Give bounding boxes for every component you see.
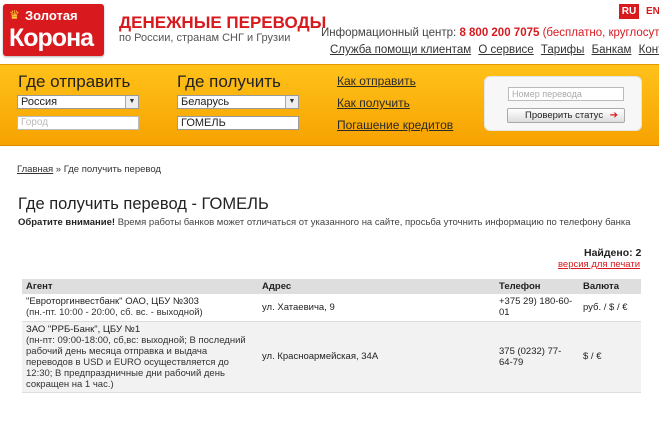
nav-contacts[interactable]: Контакты: [639, 44, 659, 56]
header-address: Адрес: [258, 279, 495, 294]
breadcrumb-home[interactable]: Главная: [17, 164, 53, 175]
info-center: Информационный центр: 8 800 200 7075 (бе…: [321, 27, 659, 40]
nav-tariffs[interactable]: Тарифы: [541, 44, 584, 56]
from-city-input[interactable]: Город: [17, 116, 139, 130]
address-cell: ул. Хатаевича, 9: [258, 294, 495, 322]
chevron-down-icon: ▼: [125, 96, 138, 108]
from-country-select[interactable]: Россия ▼: [17, 95, 139, 109]
arrow-right-icon: ➔: [609, 110, 618, 121]
header-agent: Агент: [22, 279, 258, 294]
brand-title: ДЕНЕЖНЫЕ ПЕРЕВОДЫ: [119, 13, 327, 32]
table-header-row: Агент Адрес Телефон Валюта: [22, 279, 641, 294]
chevron-down-icon: ▼: [285, 96, 298, 108]
info-label: Информационный центр:: [321, 27, 457, 39]
info-phone: 8 800 200 7075: [459, 27, 540, 39]
transfer-number-input[interactable]: Номер перевода: [508, 87, 624, 101]
header-phone: Телефон: [495, 279, 579, 294]
agent-name: ЗАО "РРБ-Банк", ЦБУ №1: [26, 323, 141, 335]
results-table: Агент Адрес Телефон Валюта "Евроторгинве…: [22, 279, 641, 393]
status-check-box: Номер перевода Проверить статус ➔: [484, 76, 642, 131]
send-where-title: Где отправить: [18, 72, 131, 91]
lang-ru[interactable]: RU: [619, 4, 639, 19]
agent-hours: (пн-пт: 09:00-18:00, сб,вс: выходной; В …: [26, 334, 246, 390]
currency-cell: $ / €: [579, 321, 641, 393]
logo[interactable]: ♛ Золотая Корона: [3, 4, 104, 56]
currency-cell: руб. / $ / €: [579, 294, 641, 322]
receive-where-title: Где получить: [177, 72, 281, 91]
agent-hours: (пн.-пт. 10:00 - 20:00, сб. вс. - выходн…: [26, 307, 203, 319]
phone-cell: 375 (0232) 77-64-79: [495, 321, 579, 393]
table-row: ЗАО "РРБ-Банк", ЦБУ №1 (пн-пт: 09:00-18:…: [22, 321, 641, 393]
results-count: Найдено: 2: [584, 247, 642, 259]
notice-label: Обратите внимание!: [18, 217, 116, 228]
info-note: (бесплатно, круглосуточно): [542, 27, 659, 39]
to-country-select[interactable]: Беларусь ▼: [177, 95, 299, 109]
table-row: "Евроторгинвестбанк" ОАО, ЦБУ №303 (пн.-…: [22, 294, 641, 322]
phone-cell: +375 29) 180-60-01: [495, 294, 579, 322]
address-cell: ул. Красноармейская, 34А: [258, 321, 495, 393]
crown-icon: ♛: [9, 8, 20, 22]
link-how-to-receive[interactable]: Как получить: [337, 96, 410, 110]
from-country-value: Россия: [21, 96, 58, 108]
breadcrumb-separator: »: [53, 164, 64, 175]
nav-banks[interactable]: Банкам: [592, 44, 632, 56]
brand-subtitle: по России, странам СНГ и Грузии: [119, 32, 291, 44]
agent-name: "Евроторгинвестбанк" ОАО, ЦБУ №303: [26, 296, 199, 308]
check-status-button[interactable]: Проверить статус ➔: [507, 108, 625, 123]
lang-en[interactable]: EN: [646, 4, 659, 19]
link-loan-repayment[interactable]: Погашение кредитов: [337, 118, 453, 132]
to-country-value: Беларусь: [181, 96, 230, 108]
logo-line2: Корона: [9, 24, 94, 52]
top-nav: Служба помощи клиентам О сервисе Тарифы …: [330, 43, 659, 57]
print-version-link[interactable]: версия для печати: [553, 259, 640, 271]
page-title: Где получить перевод - ГОМЕЛЬ: [18, 195, 269, 213]
agent-cell: ЗАО "РРБ-Банк", ЦБУ №1 (пн-пт: 09:00-18:…: [22, 321, 258, 393]
breadcrumb-current: Где получить перевод: [63, 164, 161, 175]
notice: Обратите внимание! Время работы банков м…: [18, 217, 631, 229]
nav-support[interactable]: Служба помощи клиентам: [330, 44, 471, 56]
notice-text: Время работы банков может отличаться от …: [117, 217, 631, 228]
agent-cell: "Евроторгинвестбанк" ОАО, ЦБУ №303 (пн.-…: [22, 294, 258, 322]
nav-about[interactable]: О сервисе: [478, 44, 533, 56]
to-city-input[interactable]: ГОМЕЛЬ: [177, 116, 299, 130]
header-currency: Валюта: [579, 279, 641, 294]
breadcrumb: Главная » Где получить перевод: [17, 164, 161, 176]
logo-line1: Золотая: [25, 8, 78, 23]
check-status-label: Проверить статус: [525, 110, 604, 121]
link-how-to-send[interactable]: Как отправить: [337, 74, 416, 88]
